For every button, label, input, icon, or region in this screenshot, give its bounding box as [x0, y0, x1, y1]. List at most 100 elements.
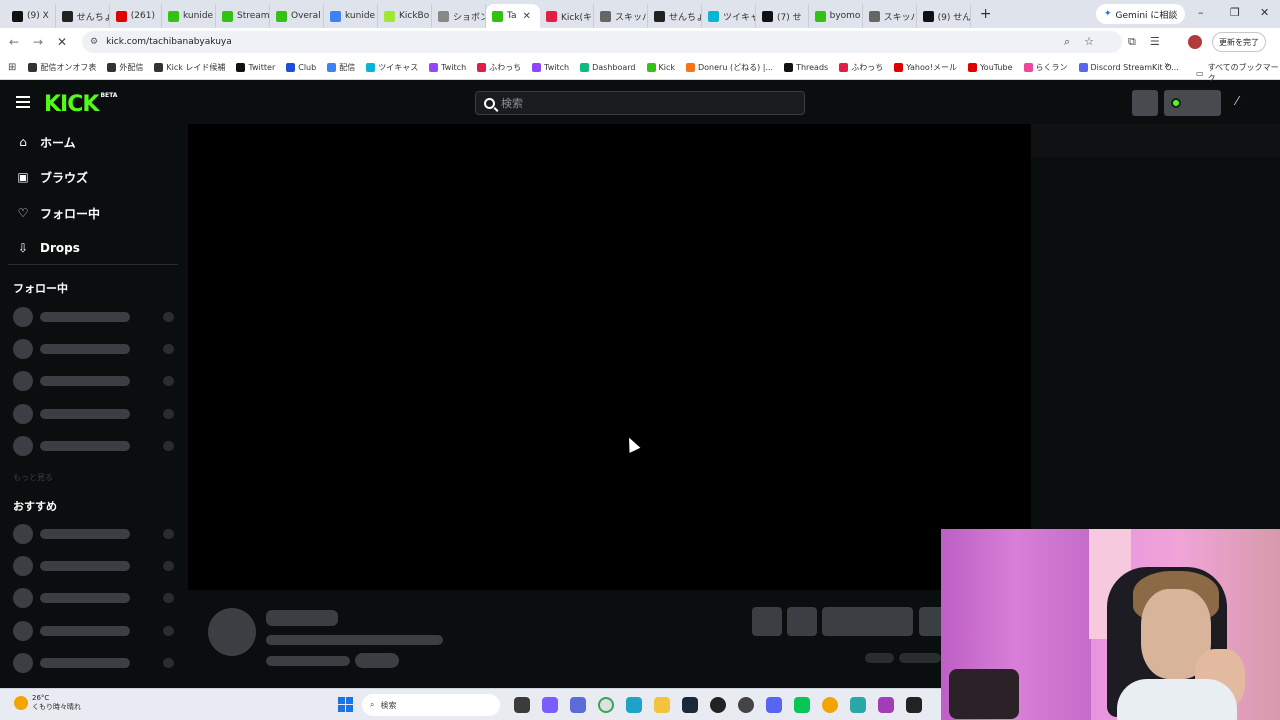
close-tab-icon[interactable]: ✕: [523, 11, 531, 22]
video-player[interactable]: [188, 124, 1031, 590]
browser-tab[interactable]: KickBo: [378, 4, 432, 28]
bookmark-item[interactable]: Kick: [646, 63, 675, 72]
bookmark-item[interactable]: Twitch: [532, 63, 569, 72]
bookmark-item[interactable]: らくラン: [1023, 62, 1068, 73]
maximize-icon[interactable]: ❐: [1230, 6, 1240, 19]
back-icon[interactable]: ←: [2, 35, 26, 49]
show-more-link[interactable]: もっと見る: [13, 472, 53, 483]
bookmark-item[interactable]: Twitter: [236, 63, 275, 72]
copilot-icon[interactable]: [542, 697, 558, 713]
sidebar-item-label: フォロー中: [40, 206, 101, 221]
browser-tab[interactable]: byomo: [809, 4, 863, 28]
browser-tab[interactable]: スキッパ: [863, 4, 917, 28]
bookmark-favicon-icon: [894, 63, 904, 72]
zoom-icon[interactable]: ⌕: [1064, 35, 1070, 49]
channel-row-skeleton: [13, 524, 178, 544]
bookmark-item[interactable]: 外配信: [107, 62, 143, 73]
browser-tab[interactable]: せんちょ: [56, 4, 110, 28]
bookmark-item[interactable]: YouTube: [967, 63, 1013, 72]
teams-icon[interactable]: [570, 697, 586, 713]
gemini-button[interactable]: ✦ Gemini に相談: [1096, 4, 1186, 24]
circle-icon: [61, 10, 73, 22]
kick-points-button-placeholder[interactable]: [1164, 90, 1221, 116]
taskbar-search[interactable]: ⌕ 検索: [362, 694, 500, 716]
edge-icon[interactable]: [626, 697, 642, 713]
browser-tab[interactable]: (7) せ: [756, 4, 809, 28]
bookmark-item[interactable]: Dashboard: [580, 63, 636, 72]
browser-tab[interactable]: Stream: [216, 4, 270, 28]
viewer-count-skeleton: [865, 653, 894, 663]
bookmark-label: 配信オンオフ表: [40, 63, 97, 72]
sidebar-item-drops[interactable]: ⇩ Drops: [16, 238, 80, 258]
minimize-icon[interactable]: –: [1198, 6, 1204, 19]
browser-tab[interactable]: (9) せん: [917, 4, 971, 28]
weather-widget[interactable]: 26°C くもり時々晴れ: [14, 694, 81, 712]
menu-icon[interactable]: [16, 96, 30, 108]
bookmark-favicon-icon: [429, 63, 439, 72]
app2-icon[interactable]: [878, 697, 894, 713]
terminal-icon[interactable]: [906, 697, 922, 713]
bookmark-item[interactable]: Kick レイド候補: [154, 62, 225, 73]
tab-label: Kick(キ: [560, 12, 593, 23]
notepad-icon[interactable]: [850, 697, 866, 713]
browser-tab[interactable]: せんちょ: [648, 4, 702, 28]
sidebar-item-browse[interactable]: ▣ ブラウズ: [16, 167, 88, 187]
update-button[interactable]: 更新を完了: [1212, 32, 1266, 52]
browser-tab[interactable]: kunide: [162, 4, 216, 28]
site-info-icon[interactable]: ⚙: [90, 37, 98, 47]
new-tab-button[interactable]: +: [975, 6, 997, 22]
bookmark-item[interactable]: Doneru (どねる) |...: [686, 62, 773, 73]
close-window-icon[interactable]: ✕: [1260, 6, 1269, 19]
browser-tab[interactable]: Overal: [270, 4, 324, 28]
more-bookmarks-icon[interactable]: »: [1164, 60, 1170, 71]
browser-tab[interactable]: Kick(キ: [540, 4, 594, 28]
start-icon[interactable]: [338, 697, 353, 712]
chevron-icon: [437, 10, 449, 22]
browser-tab[interactable]: スキッパ: [594, 4, 648, 28]
app-icon[interactable]: [738, 697, 754, 713]
browser-tab[interactable]: (9) X: [6, 4, 56, 28]
file-explorer-icon[interactable]: [654, 697, 670, 713]
chrome-icon[interactable]: [598, 697, 614, 713]
url-field[interactable]: ⚙ kick.com/tachibanabyakuya: [82, 31, 1122, 53]
bookmark-item[interactable]: Twitch: [429, 63, 466, 72]
discord-icon[interactable]: [766, 697, 782, 713]
forward-icon[interactable]: →: [26, 35, 50, 49]
task-view-icon[interactable]: [514, 697, 530, 713]
coin-app-icon[interactable]: [822, 697, 838, 713]
bookmark-star-icon[interactable]: ☆: [1084, 35, 1094, 49]
bookmark-item[interactable]: ふわっち: [839, 62, 883, 73]
bookmark-item[interactable]: Threads: [784, 63, 828, 72]
browser-tab[interactable]: Ta ✕: [485, 4, 540, 28]
browser-tab[interactable]: ショボン: [432, 4, 486, 28]
line-icon[interactable]: [794, 697, 810, 713]
channel-row-skeleton: [13, 371, 178, 391]
bookmark-item[interactable]: 配信: [327, 62, 355, 73]
extensions-icon[interactable]: ⧉: [1128, 35, 1136, 49]
bookmark-item[interactable]: ふわっち: [477, 62, 521, 73]
browser-tab[interactable]: (261): [110, 4, 162, 28]
browser-tab[interactable]: kunide: [324, 4, 378, 28]
bookmarks-bar: ⊞ 配信オンオフ表 外配信 Kick レイド候補 Twitter Club 配信 ツイキャス…: [0, 56, 1280, 80]
bookmark-label: Yahoo!メール: [906, 63, 957, 72]
stop-loading-icon[interactable]: ✕: [50, 35, 74, 49]
bookmark-item[interactable]: Club: [286, 63, 316, 72]
kick-logo[interactable]: KICK BETA: [44, 92, 117, 117]
bookmark-item[interactable]: Yahoo!メール: [894, 62, 957, 73]
search-input[interactable]: [501, 96, 781, 110]
user-avatar-icon[interactable]: ⁄: [1236, 94, 1250, 112]
sidebar-item-heart[interactable]: ♡ フォロー中: [16, 203, 100, 223]
tab-search-icon[interactable]: ☰: [1150, 35, 1160, 49]
apps-icon[interactable]: ⊞: [8, 62, 16, 73]
search-icon: [484, 97, 495, 109]
bookmark-item[interactable]: ツイキャス: [366, 62, 418, 73]
profile-avatar[interactable]: [1188, 35, 1202, 49]
browser-tab[interactable]: ツイキャ: [702, 4, 756, 28]
sidebar-item-home[interactable]: ⌂ ホーム: [16, 132, 75, 152]
obs-icon[interactable]: [710, 697, 726, 713]
search-box[interactable]: [475, 91, 805, 115]
steam-icon[interactable]: [682, 697, 698, 713]
notifications-button-placeholder[interactable]: [1132, 90, 1158, 116]
bookmark-item[interactable]: 配信オンオフ表: [28, 62, 96, 73]
kick-icon: [814, 10, 826, 22]
